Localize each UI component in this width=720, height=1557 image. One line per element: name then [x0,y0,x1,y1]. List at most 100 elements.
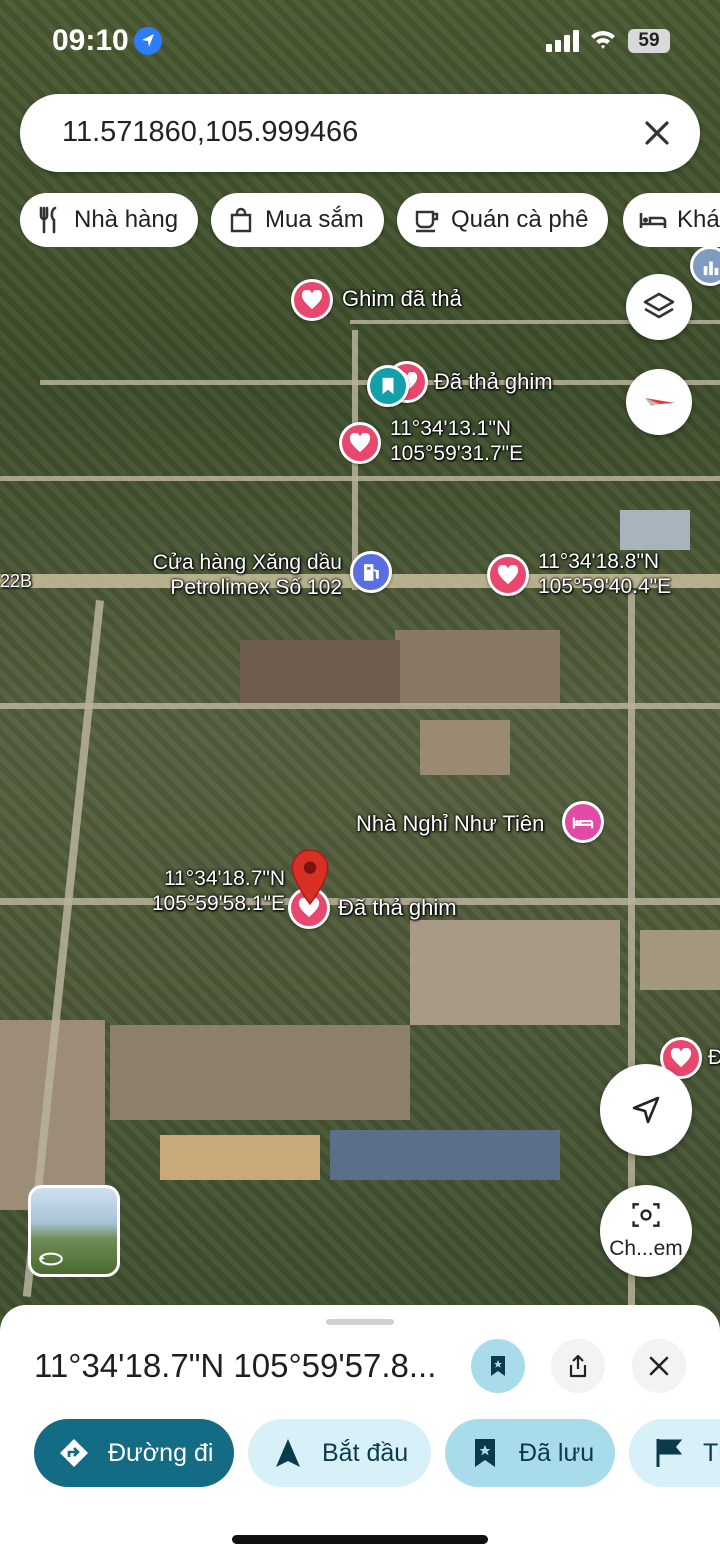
dropped-pin-marker[interactable] [339,422,381,464]
battery-indicator: 59 [628,29,670,53]
navigation-arrow-icon [632,1096,660,1124]
chip-hotels[interactable]: Khác [623,193,720,247]
chip-label: Quán cà phê [451,206,589,233]
home-indicator[interactable] [232,1535,488,1544]
restaurant-icon [39,206,57,234]
map-field [620,510,690,550]
cellular-signal-icon [546,30,579,52]
heart-icon [670,1048,692,1068]
map-field [640,930,720,990]
latitude-text: 11°34'13.1"N [390,417,512,440]
gas-station-marker[interactable] [350,551,392,593]
category-chips: Nhà hàng Mua sắm Quán cà phê Khác [20,193,720,247]
compass-button[interactable] [626,369,692,435]
gas-station-label: Cửa hàng Xăng dầu Petrolimex Số 102 [132,550,342,600]
layers-icon [643,292,675,319]
sheet-drag-handle[interactable] [326,1319,394,1325]
flag-label: Th [703,1439,720,1467]
selected-location-pin-icon[interactable] [289,848,331,906]
chip-label: Khác [677,206,720,233]
directions-label: Đường đi [108,1439,214,1467]
coordinate-label: 11°34'18.8"N 105°59'40.4"E [538,549,671,599]
bookmark-icon [382,377,394,395]
place-bottom-sheet[interactable]: 11°34'18.7"N 105°59'57.8... Đường đi Bắt… [0,1305,720,1557]
status-time: 09:10 [52,24,129,57]
place-title: 11°34'18.7"N 105°59'57.8... [34,1347,437,1384]
map-field [160,1135,320,1180]
map-road [0,703,720,709]
latitude-text: 11°34'18.7"N [163,867,285,890]
map-field [330,1130,560,1180]
street-view-rotate-icon [39,1252,63,1266]
camera-button-label: Ch...em [609,1237,683,1260]
directions-button[interactable]: Đường đi [34,1419,234,1487]
start-navigation-button[interactable]: Bắt đầu [248,1419,431,1487]
guesthouse-label: Nhà Nghỉ Như Tiên [356,811,545,836]
share-button[interactable] [551,1339,605,1393]
longitude-text: 105°59'31.7"E [390,442,524,465]
coffee-icon [415,210,439,233]
my-location-button[interactable] [600,1064,692,1156]
heart-icon [301,290,323,310]
road-number-label: 22B [0,571,33,591]
close-icon [649,1356,669,1376]
navigation-arrow-icon [276,1439,300,1467]
save-button[interactable] [471,1339,525,1393]
dropped-pin-marker[interactable] [291,279,333,321]
bed-icon [572,817,594,829]
hotel-marker[interactable] [562,801,604,843]
map-field [395,630,560,705]
longitude-text: 105°59'58.1"E [151,892,285,915]
directions-icon [60,1439,88,1467]
chip-label: Nhà hàng [74,206,179,233]
bookmark-icon [475,1439,495,1467]
compass-icon [645,398,675,406]
status-bar: 09:10 59 [0,0,720,84]
shopping-bag-icon [230,207,252,233]
map-field [410,920,620,1025]
dropped-pin-marker[interactable] [487,554,529,596]
search-bar[interactable]: 11.571860,105.999466 [20,94,700,172]
chip-label: Mua sắm [265,206,364,233]
longitude-text: 105°59'40.4"E [538,575,672,598]
wifi-icon [591,31,615,49]
start-label: Bắt đầu [322,1439,409,1467]
chip-shopping[interactable]: Mua sắm [211,193,384,247]
map-field [240,640,400,705]
fuel-pump-icon [364,564,379,581]
pin-label: Đã thả ghim [338,895,457,920]
map-field [110,1025,410,1120]
coordinate-label: 11°34'13.1"N 105°59'31.7"E [390,416,523,466]
share-icon [569,1354,587,1378]
map-road [0,476,720,481]
flag-icon [656,1439,683,1467]
pin-label: Đ [708,1046,720,1069]
heart-icon [349,433,371,453]
street-view-thumbnail[interactable] [28,1185,120,1277]
saved-label: Đã lưu [519,1439,595,1467]
bookmark-icon [491,1356,505,1376]
latitude-text: 11°34'18.8"N [538,550,660,573]
map-poi-marker[interactable] [690,246,720,286]
close-icon[interactable] [640,116,674,150]
layers-button[interactable] [626,274,692,340]
saved-place-marker[interactable] [367,365,409,407]
selected-coordinate-label: 11°34'18.7"N 105°59'58.1"E [145,866,285,916]
camera-lens-icon [632,1203,660,1227]
location-services-icon [134,27,162,55]
saved-button[interactable]: Đã lưu [445,1419,615,1487]
chip-coffee[interactable]: Quán cà phê [397,193,609,247]
close-sheet-button[interactable] [632,1339,686,1393]
chip-restaurants[interactable]: Nhà hàng [20,193,199,247]
hotel-bed-icon [639,213,667,228]
heart-icon [497,565,519,585]
flag-button[interactable]: Th [629,1419,720,1487]
building-icon [703,261,719,276]
map-field [420,720,510,775]
pin-label: Ghim đã thả [342,286,462,311]
gas-station-name-line1: Cửa hàng Xăng dầu [152,551,342,574]
gas-station-name-line2: Petrolimex Số 102 [170,576,342,599]
search-input[interactable]: 11.571860,105.999466 [62,116,358,149]
camera-search-button[interactable]: Ch...em [600,1185,692,1277]
pin-label: Đã thả ghim [434,369,553,394]
